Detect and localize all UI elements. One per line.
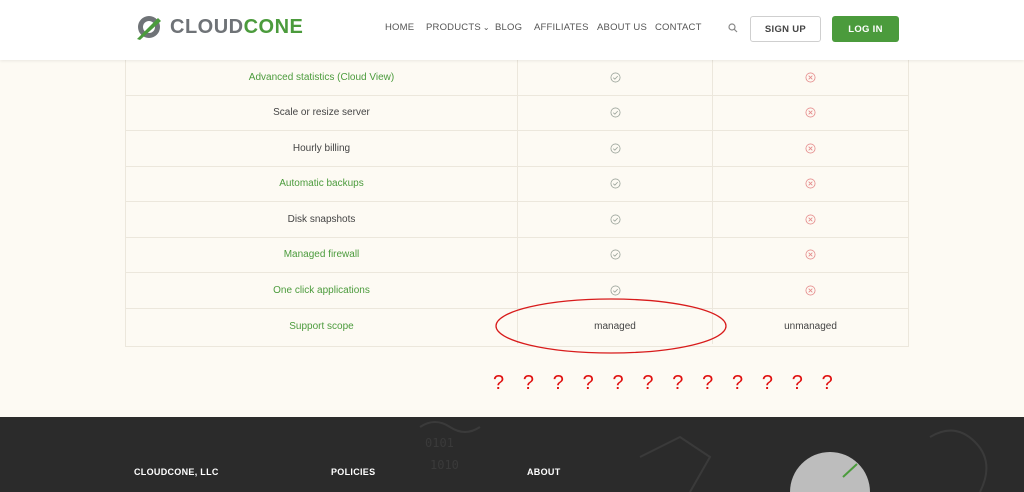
nav-blog[interactable]: BLOG bbox=[495, 22, 522, 33]
feature-label: Disk snapshots bbox=[126, 202, 518, 237]
cross-icon bbox=[713, 273, 908, 308]
table-row: One click applications bbox=[126, 273, 908, 309]
footer-heading-company: CLOUDCONE, LLC bbox=[134, 467, 219, 477]
cross-icon bbox=[713, 60, 908, 95]
check-icon bbox=[518, 202, 713, 237]
feature-label: Advanced statistics (Cloud View) bbox=[126, 60, 518, 95]
cross-icon bbox=[713, 238, 908, 273]
cloudcone-logo-icon bbox=[137, 16, 161, 40]
cross-icon bbox=[713, 167, 908, 202]
feature-label: Scale or resize server bbox=[126, 95, 518, 130]
table-row: Scale or resize server bbox=[126, 95, 908, 131]
cross-icon bbox=[713, 131, 908, 166]
sign-up-button[interactable]: SIGN UP bbox=[750, 16, 821, 42]
check-icon bbox=[518, 166, 713, 201]
footer-decoration-icon: 0101 1010 bbox=[419, 421, 988, 492]
svg-text:1010: 1010 bbox=[430, 458, 459, 472]
feature-label: Managed firewall bbox=[126, 237, 518, 272]
footer-heading-about: ABOUT bbox=[527, 467, 561, 477]
table-row: Support scope managed unmanaged bbox=[126, 308, 908, 344]
nav-products-label: PRODUCTS bbox=[426, 22, 481, 33]
check-icon bbox=[518, 95, 713, 130]
logo-text-cone: CONE bbox=[243, 15, 304, 38]
feature-label: Hourly billing bbox=[126, 131, 518, 166]
log-in-button[interactable]: LOG IN bbox=[832, 16, 899, 42]
cross-icon bbox=[713, 202, 908, 237]
chevron-down-icon: ⌄ bbox=[482, 23, 490, 32]
footer-heading-policies: POLICIES bbox=[331, 467, 376, 477]
check-icon bbox=[518, 60, 713, 95]
site-header: CLOUDCONE HOME PRODUCTS ⌄ BLOG AFFILIATES… bbox=[0, 0, 1024, 60]
support-scope-value: managed bbox=[518, 308, 713, 344]
check-icon bbox=[518, 273, 713, 308]
feature-label: Support scope bbox=[126, 308, 518, 344]
check-icon bbox=[518, 237, 713, 272]
nav-affiliates[interactable]: AFFILIATES bbox=[534, 22, 589, 33]
search-icon[interactable] bbox=[728, 23, 738, 33]
feature-comparison-table: Advanced statistics (Cloud View) Scale or… bbox=[125, 60, 909, 347]
table-row: Automatic backups bbox=[126, 166, 908, 202]
logo-text: CLOUDCONE bbox=[170, 16, 303, 39]
nav-products[interactable]: PRODUCTS ⌄ bbox=[426, 22, 490, 33]
feature-label: Automatic backups bbox=[126, 166, 518, 201]
table-row: Managed firewall bbox=[126, 237, 908, 273]
table-row: Disk snapshots bbox=[126, 202, 908, 238]
site-footer: 0101 1010 CLOUDCONE, LLC POLICIES ABOUT bbox=[0, 417, 1024, 492]
table-row: Advanced statistics (Cloud View) bbox=[126, 60, 908, 96]
cross-icon bbox=[713, 96, 908, 131]
nav-home[interactable]: HOME bbox=[385, 22, 414, 33]
logo-text-cloud: CLOUD bbox=[170, 15, 244, 38]
svg-text:0101: 0101 bbox=[425, 436, 454, 450]
cloudcone-logo[interactable]: CLOUDCONE bbox=[134, 12, 303, 42]
annotation-question-marks: ? ? ? ? ? ? ? ? ? ? ? ? bbox=[493, 372, 840, 394]
table-row: Hourly billing bbox=[126, 131, 908, 167]
feature-label: One click applications bbox=[126, 273, 518, 308]
nav-about-us[interactable]: ABOUT US bbox=[597, 22, 647, 33]
support-scope-value: unmanaged bbox=[784, 320, 837, 332]
check-icon bbox=[518, 131, 713, 166]
nav-contact[interactable]: CONTACT bbox=[655, 22, 702, 33]
